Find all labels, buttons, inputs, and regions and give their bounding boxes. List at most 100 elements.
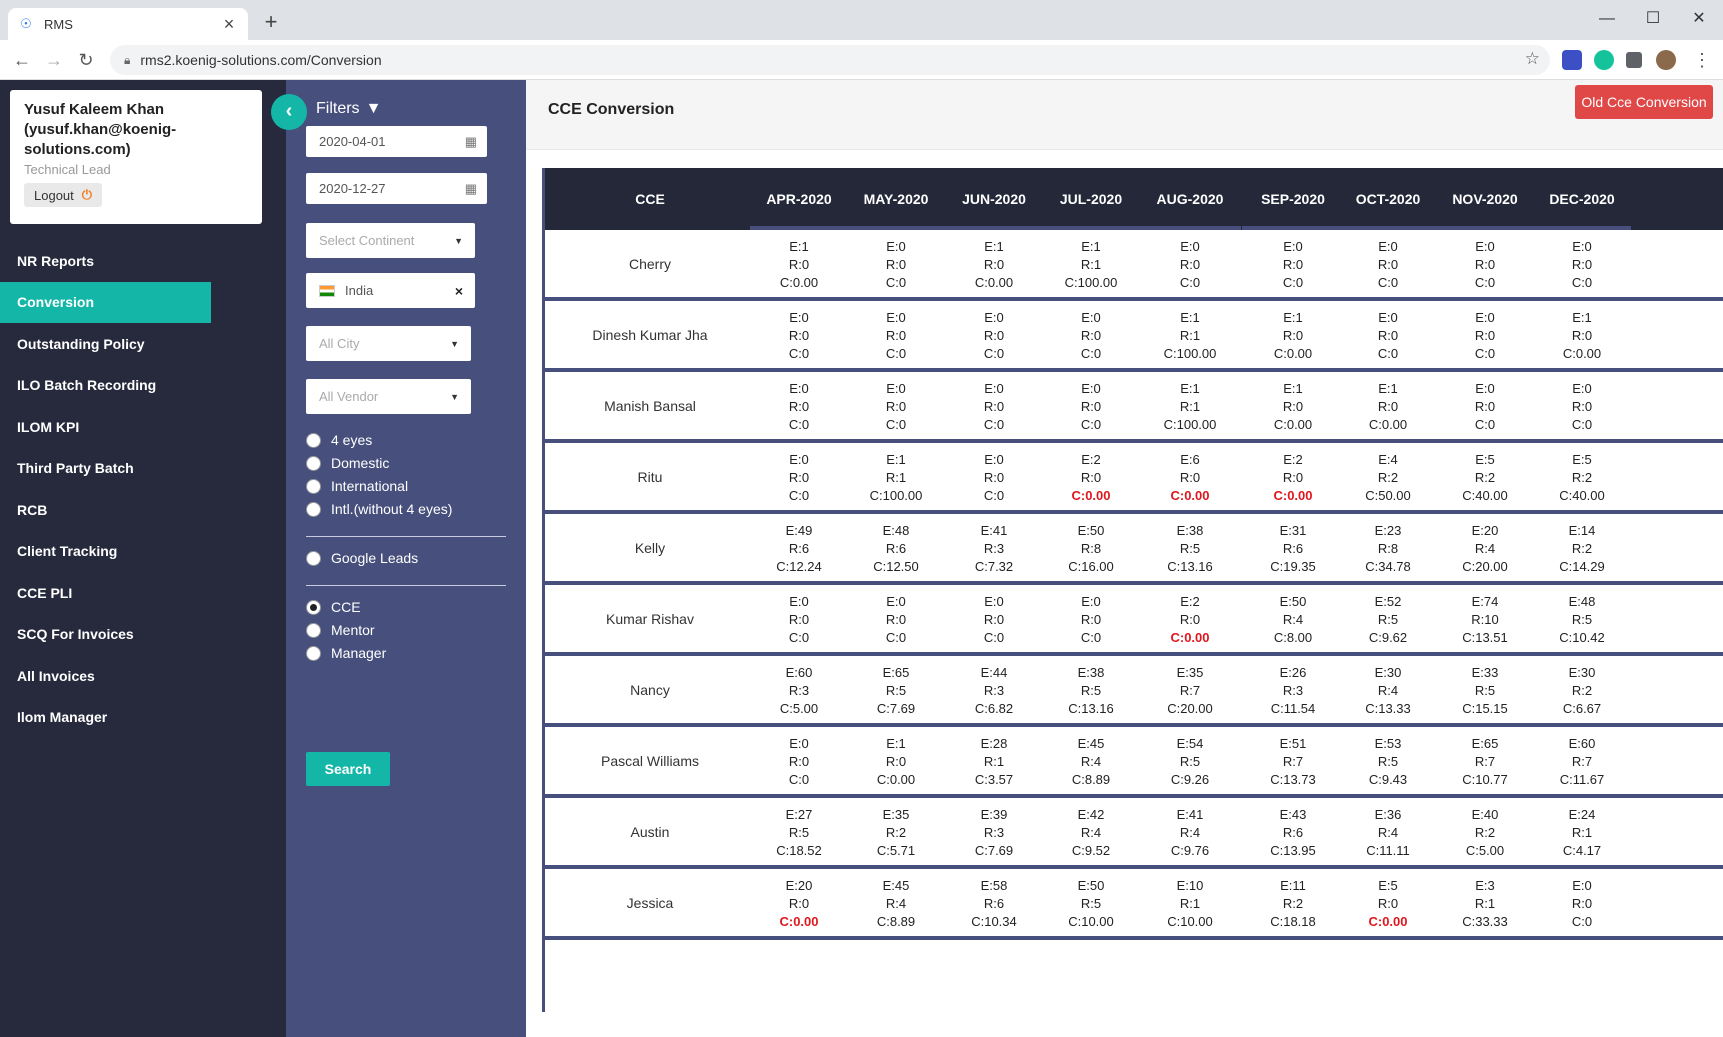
conversion-value: C:6.67: [1562, 701, 1602, 716]
page-header: CCE Conversion Old Cce Conversion: [526, 80, 1723, 150]
grammarly-extension-icon[interactable]: [1594, 50, 1614, 70]
enquiries-value: E:14: [1568, 523, 1596, 538]
back-icon[interactable]: ←: [10, 48, 34, 72]
to-date-input[interactable]: 2020-12-27 ▦: [306, 173, 487, 204]
radio-intl-without-4-eyes[interactable]: Intl.(without 4 eyes): [306, 501, 452, 517]
conversion-value: C:8.89: [876, 914, 916, 929]
table-row: Kumar Rishav E:0 R:0 C:0 E:0 R:0 C:0 E:0 R:0 C:0 E…: [545, 585, 1723, 656]
profile-avatar[interactable]: [1656, 50, 1676, 70]
nav-item-cce-pli[interactable]: CCE PLI: [0, 572, 211, 614]
month-cell: E:44 R:3 C:6.82: [944, 664, 1044, 718]
enquiries-value: E:50: [1077, 878, 1105, 893]
registrations-value: R:7: [1282, 754, 1304, 769]
radio-international[interactable]: International: [306, 478, 408, 494]
forward-icon[interactable]: →: [42, 48, 66, 72]
enquiries-value: E:0: [1475, 381, 1495, 396]
extensions-puzzle-icon[interactable]: [1626, 52, 1642, 68]
nav-item-all-invoices[interactable]: All Invoices: [0, 655, 211, 697]
radio-button[interactable]: [306, 478, 321, 494]
nav-item-ilom-manager[interactable]: Ilom Manager: [0, 697, 211, 739]
collapse-filters-button[interactable]: ‹: [271, 94, 307, 130]
month-cell: E:0 R:0 C:0: [1532, 238, 1632, 292]
bookmark-star-icon[interactable]: ☆: [1525, 49, 1540, 69]
url-input[interactable]: 🔒︎ rms2.koenig-solutions.com/Conversion …: [110, 45, 1550, 75]
close-window-icon[interactable]: ✕: [1676, 4, 1722, 34]
new-tab-icon[interactable]: +: [260, 11, 282, 34]
month-cell: E:0 R:0 C:0: [1041, 593, 1141, 647]
radio-manager[interactable]: Manager: [306, 645, 386, 661]
from-date-input[interactable]: 2020-04-01 ▦: [306, 126, 487, 157]
month-cell: E:0 R:0 C:0: [1243, 238, 1343, 292]
conversion-value: C:10.00: [1068, 914, 1114, 929]
radio-button[interactable]: [306, 550, 321, 566]
table-header: CCE APR-2020 MAY-2020 JUN-2020 JUL-2020 AUG-…: [545, 168, 1723, 230]
nav-item-conversion[interactable]: Conversion: [0, 281, 211, 323]
screen-cast-extension-icon[interactable]: [1562, 50, 1582, 70]
clear-country-icon[interactable]: ×: [455, 283, 463, 299]
radio-domestic[interactable]: Domestic: [306, 455, 389, 471]
conversion-value: C:0: [1377, 346, 1399, 361]
conversion-value: C:100.00: [1163, 417, 1217, 432]
vendor-select[interactable]: All Vendor ▼: [306, 379, 471, 414]
nav-item-third-party-batch[interactable]: Third Party Batch: [0, 448, 211, 490]
nav-item-scq-for-invoices[interactable]: SCQ For Invoices: [0, 614, 211, 656]
logout-button[interactable]: Logout ⏻: [24, 183, 103, 207]
city-select[interactable]: All City ▼: [306, 326, 471, 361]
month-cell: E:26 R:3 C:11.54: [1243, 664, 1343, 718]
radio-label: Domestic: [331, 455, 390, 471]
radio-button[interactable]: [306, 455, 321, 471]
conversion-value: C:0.00: [1170, 630, 1210, 645]
enquiries-value: E:0: [789, 310, 809, 325]
calendar-icon[interactable]: ▦: [465, 181, 477, 197]
nav-item-ilom-kpi[interactable]: ILOM KPI: [0, 406, 211, 448]
nav-item-nr-reports[interactable]: NR Reports: [0, 240, 211, 282]
reload-icon[interactable]: ↻: [74, 48, 98, 72]
maximize-icon[interactable]: ☐: [1630, 4, 1676, 34]
conversion-value: C:9.52: [1071, 843, 1111, 858]
country-select[interactable]: India ×: [306, 273, 475, 308]
radio-button[interactable]: [306, 501, 321, 517]
radio-button[interactable]: [306, 645, 321, 661]
old-cce-conversion-button[interactable]: Old Cce Conversion: [1575, 85, 1713, 119]
radio-button[interactable]: [306, 622, 321, 638]
radio-label: International: [331, 478, 409, 494]
radio-button[interactable]: [306, 599, 321, 615]
registrations-value: R:0: [1571, 399, 1593, 414]
radio-mentor[interactable]: Mentor: [306, 622, 375, 638]
registrations-value: R:0: [983, 470, 1005, 485]
month-cell: E:1 R:0 C:0.00: [846, 735, 946, 789]
browser-menu-icon[interactable]: ⋮: [1690, 48, 1714, 72]
tab-close-icon[interactable]: ×: [220, 14, 238, 35]
conversion-value: C:0.00: [1273, 346, 1313, 361]
column-header-cce: CCE: [635, 191, 665, 207]
enquiries-value: E:54: [1176, 736, 1204, 751]
registrations-value: R:0: [1474, 328, 1496, 343]
radio-button[interactable]: [306, 432, 321, 448]
registrations-value: R:7: [1474, 754, 1496, 769]
nav-item-ilo-batch-recording[interactable]: ILO Batch Recording: [0, 365, 211, 407]
radio-cce[interactable]: CCE: [306, 599, 361, 615]
month-cell: E:58 R:6 C:10.34: [944, 877, 1044, 931]
continent-select[interactable]: Select Continent ▼: [306, 223, 475, 258]
month-cell: E:1 R:0 C:0.00: [1532, 309, 1632, 363]
chevron-down-icon: ▼: [450, 391, 459, 402]
search-button[interactable]: Search: [306, 752, 390, 786]
calendar-icon[interactable]: ▦: [465, 134, 477, 150]
nav-item-rcb[interactable]: RCB: [0, 489, 211, 531]
minimize-icon[interactable]: —: [1584, 4, 1630, 34]
enquiries-value: E:0: [1572, 239, 1592, 254]
nav-item-client-tracking[interactable]: Client Tracking: [0, 531, 211, 573]
radio-google-leads[interactable]: Google Leads: [306, 550, 418, 566]
conversion-value: C:19.35: [1270, 559, 1316, 574]
registrations-value: R:0: [1474, 257, 1496, 272]
to-date-value: 2020-12-27: [319, 181, 386, 196]
browser-tab[interactable]: ☉ RMS ×: [8, 8, 248, 40]
enquiries-value: E:58: [980, 878, 1008, 893]
month-cell: E:48 R:5 C:10.42: [1532, 593, 1632, 647]
nav-item-outstanding-policy[interactable]: Outstanding Policy: [0, 323, 211, 365]
enquiries-value: E:1: [789, 239, 809, 254]
column-header-month: MAY-2020: [847, 168, 945, 230]
radio-4-eyes[interactable]: 4 eyes: [306, 432, 372, 448]
enquiries-value: E:0: [1283, 239, 1303, 254]
registrations-value: R:7: [1179, 683, 1201, 698]
